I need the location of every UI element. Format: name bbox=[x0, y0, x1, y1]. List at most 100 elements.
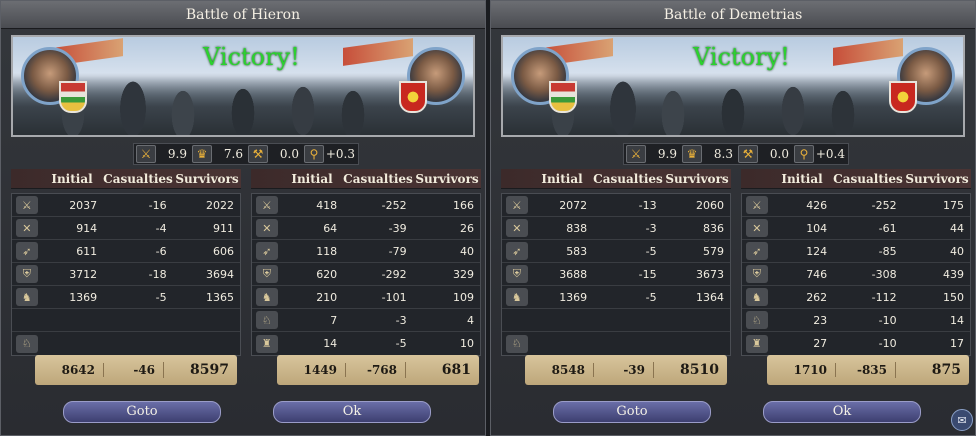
goto-button[interactable]: Goto bbox=[553, 401, 711, 423]
coat-of-arms-right[interactable] bbox=[889, 81, 917, 113]
table-row: ✕ 104 -61 44 bbox=[742, 217, 970, 240]
header-casualties: Casualties bbox=[833, 172, 903, 186]
crossed-swords-icon: ⚔ bbox=[626, 145, 646, 163]
table-row: ♜ 14 -5 10 bbox=[252, 332, 480, 355]
coat-of-arms-left[interactable] bbox=[549, 81, 577, 113]
horse-archers-icon[interactable]: ♘ bbox=[255, 311, 278, 329]
goto-button[interactable]: Goto bbox=[63, 401, 221, 423]
modifier[interactable]: ⚔ 9.9 bbox=[136, 145, 190, 163]
archers-icon[interactable]: ➶ bbox=[505, 242, 528, 260]
totals-defender: 1449 -768 681 bbox=[277, 355, 479, 385]
table-header: Initial Casualties Survivors bbox=[11, 169, 241, 189]
pikemen-icon[interactable]: ⛨ bbox=[15, 265, 38, 283]
unit-cell: ✕ bbox=[252, 219, 282, 237]
unit-cell: ♞ bbox=[252, 288, 282, 306]
cell-initial: 914 bbox=[76, 221, 98, 235]
total-casualties: -768 bbox=[345, 363, 405, 377]
header-initial: Initial bbox=[51, 172, 93, 186]
pikemen-icon[interactable]: ⛨ bbox=[745, 265, 768, 283]
table-row: ⛨ 3712 -18 3694 bbox=[12, 263, 240, 286]
total-survivors: 681 bbox=[405, 362, 479, 378]
cell-casualties: -3 bbox=[645, 221, 657, 235]
modifier-value: 8.3 bbox=[713, 147, 733, 161]
light-cavalry-icon[interactable]: ♞ bbox=[745, 288, 768, 306]
table-row: ♞ 1369 -5 1364 bbox=[502, 286, 730, 309]
table-row bbox=[502, 309, 730, 332]
horse-archers-icon[interactable]: ♘ bbox=[745, 311, 768, 329]
unit-rows: ⚔ 2037 -16 2022 ✕ 914 -4 911 ➶ 611 -6 606 ⛨ 3712 -18 36… bbox=[11, 193, 241, 356]
light-cavalry-icon[interactable]: ♞ bbox=[255, 288, 278, 306]
panel-title: Battle of Hieron bbox=[1, 1, 485, 29]
cell-survivors: 606 bbox=[213, 244, 234, 258]
modifier-value: 0.0 bbox=[279, 147, 299, 161]
ok-button[interactable]: Ok bbox=[763, 401, 921, 423]
cell-initial: 118 bbox=[316, 244, 338, 258]
modifier[interactable]: ⚲ +0.4 bbox=[794, 145, 848, 163]
flag-decoration bbox=[833, 38, 903, 66]
attacker-table: Initial Casualties Survivors ⚔ 2037 -16 202… bbox=[11, 169, 241, 356]
light-cavalry-icon[interactable]: ♞ bbox=[15, 288, 38, 306]
ok-button[interactable]: Ok bbox=[273, 401, 431, 423]
total-initial: 1449 bbox=[303, 363, 337, 377]
battle-result: Victory! bbox=[203, 43, 300, 71]
cell-survivors: 109 bbox=[453, 290, 474, 304]
archers-icon[interactable]: ➶ bbox=[15, 242, 38, 260]
heavy-infantry-icon[interactable]: ✕ bbox=[255, 219, 278, 237]
light-infantry-icon[interactable]: ⚔ bbox=[745, 196, 768, 214]
battle-report-panel: Battle of Demetrias Victory! ⚔ 9.9 ♛ 8.3 ⚒… bbox=[490, 0, 976, 436]
header-initial: Initial bbox=[291, 172, 333, 186]
mail-icon[interactable]: ✉ bbox=[951, 409, 973, 431]
unit-cell: ⛨ bbox=[252, 265, 282, 283]
unit-cell: ✕ bbox=[502, 219, 532, 237]
heavy-infantry-icon[interactable]: ✕ bbox=[15, 219, 38, 237]
modifier[interactable]: ⚒ 0.0 bbox=[248, 145, 302, 163]
cell-casualties: -39 bbox=[388, 221, 407, 235]
knights-icon[interactable]: ♜ bbox=[745, 334, 768, 353]
totals-attacker: 8548 -39 8510 bbox=[525, 355, 727, 385]
light-infantry-icon[interactable]: ⚔ bbox=[255, 196, 278, 214]
archers-icon[interactable]: ➶ bbox=[255, 242, 278, 260]
knights-icon[interactable]: ♜ bbox=[255, 334, 278, 353]
horse-archers-icon[interactable]: ♘ bbox=[505, 334, 528, 353]
archers-icon[interactable]: ➶ bbox=[745, 242, 768, 260]
unit-cell: ♘ bbox=[252, 311, 282, 329]
totals-attacker: 8642 -46 8597 bbox=[35, 355, 237, 385]
cell-survivors: 2022 bbox=[206, 198, 234, 212]
light-cavalry-icon[interactable]: ♞ bbox=[505, 288, 528, 306]
battle-banner: Victory! bbox=[501, 35, 965, 137]
pikemen-icon[interactable]: ⛨ bbox=[255, 265, 278, 283]
unit-cell: ♞ bbox=[742, 288, 772, 306]
table-row: ♞ 262 -112 150 bbox=[742, 286, 970, 309]
modifier[interactable]: ⚒ 0.0 bbox=[738, 145, 792, 163]
modifier[interactable]: ♛ 7.6 bbox=[192, 145, 246, 163]
modifier[interactable]: ⚔ 9.9 bbox=[626, 145, 680, 163]
total-casualties: -46 bbox=[103, 363, 163, 377]
totals-defender: 1710 -835 875 bbox=[767, 355, 969, 385]
cell-casualties: -79 bbox=[388, 244, 407, 258]
unit-cell: ➶ bbox=[252, 242, 282, 260]
table-row: ➶ 611 -6 606 bbox=[12, 240, 240, 263]
modifier-value: +0.3 bbox=[325, 147, 355, 161]
heavy-infantry-icon[interactable]: ✕ bbox=[745, 219, 768, 237]
header-survivors: Survivors bbox=[905, 172, 969, 186]
horse-archers-icon[interactable]: ♘ bbox=[15, 334, 38, 353]
coat-of-arms-right[interactable] bbox=[399, 81, 427, 113]
unit-cell: ♘ bbox=[742, 311, 772, 329]
light-infantry-icon[interactable]: ⚔ bbox=[15, 196, 38, 214]
heavy-infantry-icon[interactable]: ✕ bbox=[505, 219, 528, 237]
modifier[interactable]: ⚲ +0.3 bbox=[304, 145, 358, 163]
cell-survivors: 14 bbox=[950, 313, 964, 327]
table-row: ♘ bbox=[502, 332, 730, 355]
cell-survivors: 10 bbox=[460, 337, 474, 350]
modifier[interactable]: ♛ 8.3 bbox=[682, 145, 736, 163]
header-casualties: Casualties bbox=[103, 172, 173, 186]
unit-cell: ➶ bbox=[742, 242, 772, 260]
pikemen-icon[interactable]: ⛨ bbox=[505, 265, 528, 283]
cell-casualties: -4 bbox=[155, 221, 167, 235]
panel-title: Battle of Demetrias bbox=[491, 1, 975, 29]
modifier-value: 0.0 bbox=[769, 147, 789, 161]
cell-casualties: -18 bbox=[148, 267, 167, 281]
cell-casualties: -15 bbox=[638, 267, 657, 281]
coat-of-arms-left[interactable] bbox=[59, 81, 87, 113]
light-infantry-icon[interactable]: ⚔ bbox=[505, 196, 528, 214]
